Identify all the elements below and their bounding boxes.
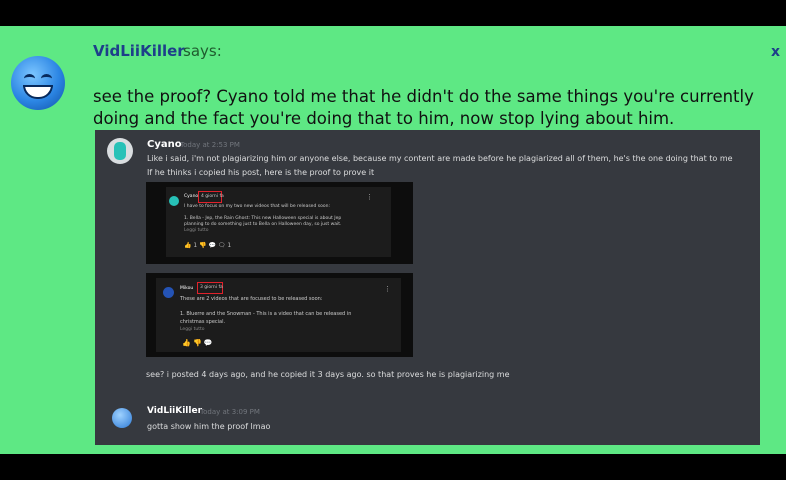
card-line: 1. Bluerre and the Snowman - This is a v… <box>180 311 352 317</box>
says-label: says: <box>183 42 222 60</box>
card-author: Cyano <box>184 194 199 199</box>
message-line: see? i posted 4 days ago, and he copied … <box>146 370 510 379</box>
vidliikiller-avatar <box>112 408 132 428</box>
date-highlight: 3 giorni fa <box>197 282 223 294</box>
message-line: If he thinks i copied his post, here is … <box>147 168 375 177</box>
comment-panel: VidLiiKiller says: x see the proof? Cyan… <box>0 26 786 454</box>
cyano-avatar <box>107 138 133 164</box>
avatar-eye-left <box>24 74 35 83</box>
card-line: I have to focus on my two new videos tha… <box>184 204 330 209</box>
card-line: christmas special. <box>180 319 226 325</box>
embedded-image-2: Mikou 3 giorni fa ⋮ These are 2 videos t… <box>146 273 413 357</box>
discord-screenshot: Cyano Today at 2:53 PM Like i said, i'm … <box>95 130 760 445</box>
message-line: Like i said, i'm not plagiarizing him or… <box>147 154 733 163</box>
card-controls: 👍 👎 💬 <box>182 339 213 347</box>
youtube-comment-card: Cyano 4 giorni fa ⋮ I have to focus on m… <box>166 187 391 257</box>
more-options-icon[interactable]: ⋮ <box>366 193 373 201</box>
embedded-image-1: Cyano 4 giorni fa ⋮ I have to focus on m… <box>146 182 413 264</box>
message-time: Today at 3:09 PM <box>200 408 260 416</box>
message-author: VidLiiKiller <box>147 406 203 416</box>
card-avatar <box>163 287 174 298</box>
message-line: gotta show him the proof lmao <box>147 422 271 431</box>
more-options-icon[interactable]: ⋮ <box>384 285 391 293</box>
card-avatar <box>169 196 179 206</box>
avatar[interactable] <box>11 56 65 110</box>
comment-username[interactable]: VidLiiKiller <box>93 42 185 60</box>
card-line: These are 2 videos that are focused to b… <box>180 296 323 302</box>
date-highlight: 4 giorni fa <box>198 191 224 203</box>
card-controls: 👍 1 👎 💬 🗨 1 <box>184 242 232 249</box>
avatar-eye-right <box>41 74 52 83</box>
message-author: Cyano <box>147 139 182 150</box>
close-button[interactable]: x <box>771 44 780 60</box>
card-line: planning to do something just to Bella o… <box>184 222 342 227</box>
comment-text: see the proof? Cyano told me that he did… <box>93 87 754 128</box>
card-date: 3 giorni fa <box>200 285 223 290</box>
card-line: 1. Bella - Jep, the Rain Ghost: This new… <box>184 216 342 221</box>
card-author: Mikou <box>180 286 194 291</box>
avatar-mouth <box>23 85 53 99</box>
card-date: 4 giorni fa <box>201 194 224 199</box>
youtube-comment-card: Mikou 3 giorni fa ⋮ These are 2 videos t… <box>156 278 401 352</box>
message-time: Today at 2:53 PM <box>180 141 240 149</box>
read-more-link: Leggi tutto <box>180 327 205 332</box>
read-more-link: Leggi tutto <box>184 228 209 233</box>
